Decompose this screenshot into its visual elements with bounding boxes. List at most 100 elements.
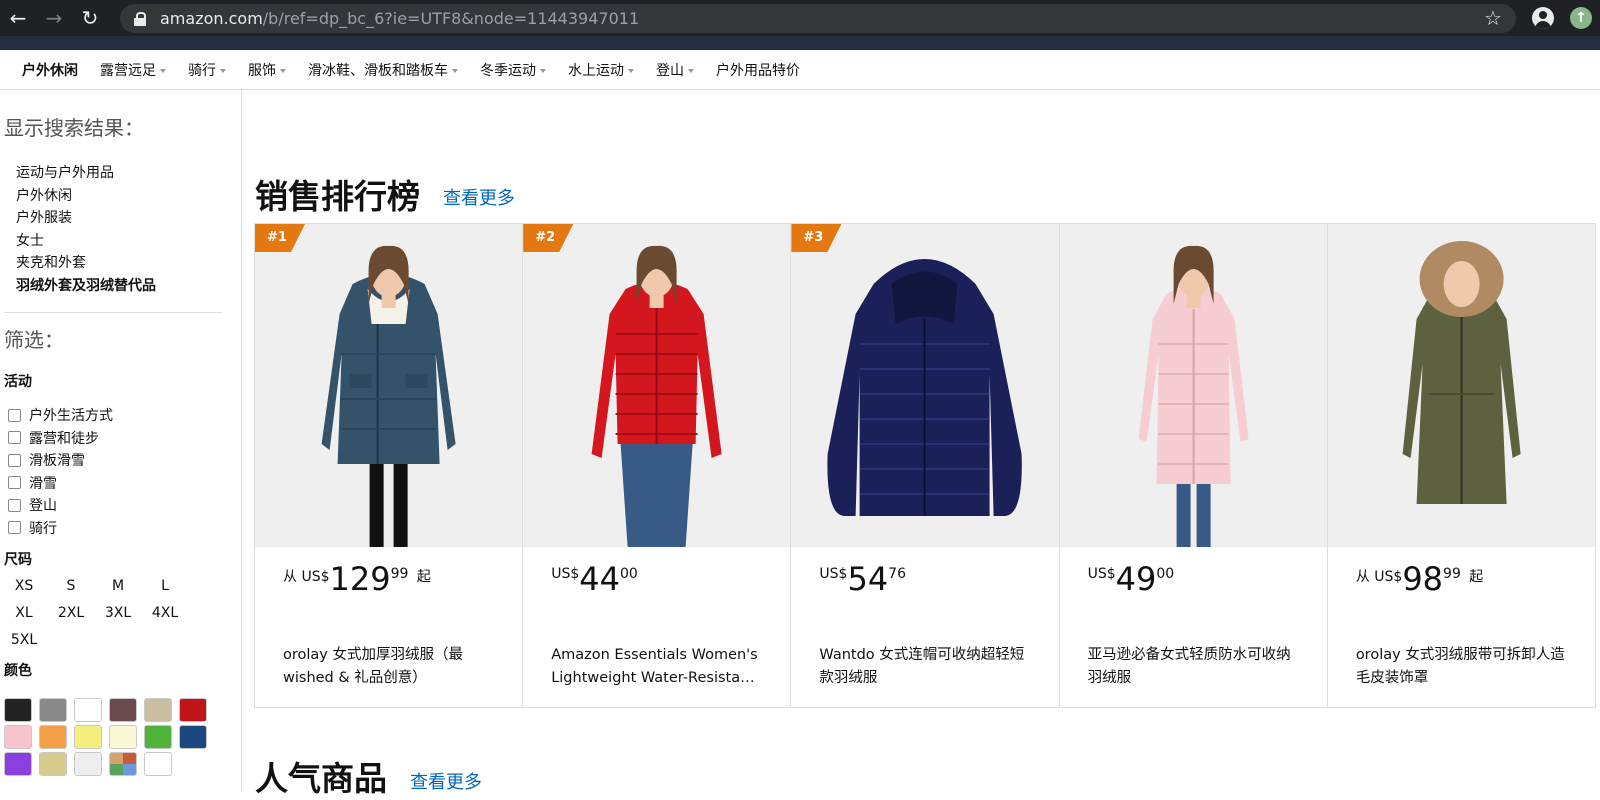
category-nav-item[interactable]: 户外休闲 xyxy=(22,60,78,80)
activity-filter-item[interactable]: 滑板滑雪 xyxy=(8,449,113,472)
category-nav-label: 服饰 xyxy=(248,62,276,79)
category-nav-label: 户外休闲 xyxy=(22,62,78,79)
url-path: /b/ref=dp_bc_6?ie=UTF8&node=11443947011 xyxy=(262,9,640,28)
product-image xyxy=(1138,245,1249,547)
checkbox[interactable] xyxy=(8,498,21,512)
price-whole: 98 xyxy=(1402,560,1444,598)
department-link: 羽绒外套及羽绒替代品 xyxy=(16,277,156,294)
product-card[interactable]: US$4900 亚马逊必备女式轻质防水可收纳羽绒服 xyxy=(1059,224,1328,707)
category-nav-item[interactable]: 滑冰鞋、滑板和踏板车 xyxy=(308,60,458,80)
color-swatch[interactable] xyxy=(144,698,172,722)
size-option[interactable]: S xyxy=(48,578,94,594)
color-swatch[interactable] xyxy=(109,725,137,749)
price-prefix: 从 US$ xyxy=(1355,569,1403,585)
checkbox[interactable] xyxy=(8,408,21,422)
product-image-box[interactable]: #3 xyxy=(791,224,1059,547)
product-image-box[interactable] xyxy=(1059,224,1327,547)
product-image-box[interactable]: #2 xyxy=(523,224,791,547)
checkbox[interactable] xyxy=(8,476,21,490)
price-whole: 49 xyxy=(1115,560,1157,598)
caret-down-icon xyxy=(452,68,458,73)
address-bar[interactable]: amazon.com/b/ref=dp_bc_6?ie=UTF8&node=11… xyxy=(120,4,1516,33)
color-swatch[interactable] xyxy=(74,725,102,749)
color-swatch[interactable] xyxy=(4,725,32,749)
size-option[interactable]: 2XL xyxy=(48,605,94,621)
color-swatch[interactable] xyxy=(109,752,137,776)
activity-filter-item[interactable]: 滑雪 xyxy=(8,472,113,495)
category-nav-label: 骑行 xyxy=(188,62,216,79)
category-nav-item[interactable]: 服饰 xyxy=(248,60,286,80)
size-option[interactable]: 4XL xyxy=(142,605,188,621)
color-swatch[interactable] xyxy=(144,725,172,749)
update-arrow-icon[interactable]: ↑ xyxy=(1570,7,1592,29)
checkbox[interactable] xyxy=(8,453,21,467)
product-card[interactable]: #3 US$5476 Wantdo 女式连帽可收纳超轻短款羽绒服 xyxy=(791,224,1060,707)
category-nav-item[interactable]: 露营远足 xyxy=(100,60,166,80)
activity-filter-item[interactable]: 露营和徒步 xyxy=(8,427,113,450)
profile-avatar-icon[interactable] xyxy=(1532,7,1554,29)
checkbox[interactable] xyxy=(8,431,21,445)
color-swatch[interactable] xyxy=(4,752,32,776)
color-swatch[interactable] xyxy=(39,698,67,722)
product-title-link[interactable]: Wantdo 女式连帽可收纳超轻短款羽绒服 xyxy=(819,644,1029,689)
popular-heading: 人气商品 xyxy=(255,759,387,798)
category-nav-label: 户外用品特价 xyxy=(716,62,800,79)
color-swatch[interactable] xyxy=(179,698,207,722)
see-more-link-2[interactable]: 查看更多 xyxy=(410,768,482,794)
product-image-box[interactable] xyxy=(1327,224,1596,547)
product-price: US$4400 xyxy=(551,560,638,598)
color-swatch[interactable] xyxy=(4,698,32,722)
size-option[interactable]: 5XL xyxy=(1,632,47,648)
activity-filter-item[interactable]: 登山 xyxy=(8,494,113,517)
activity-filter-item[interactable]: 骑行 xyxy=(8,517,113,540)
price-fraction: 00 xyxy=(1156,566,1175,582)
department-list: 运动与户外用品 户外休闲 户外服装 女士 夹克和外套羽绒外套及羽绒替代品 xyxy=(16,162,156,297)
color-swatch[interactable] xyxy=(39,752,67,776)
back-icon[interactable]: ← xyxy=(0,0,36,36)
checkbox[interactable] xyxy=(8,521,21,535)
size-option[interactable]: M xyxy=(95,578,141,594)
color-swatch[interactable] xyxy=(109,698,137,722)
department-link[interactable]: 户外休闲 xyxy=(16,185,156,208)
color-swatch[interactable] xyxy=(144,752,172,776)
department-link[interactable]: 女士 xyxy=(16,230,156,253)
department-link[interactable]: 夹克和外套 xyxy=(16,252,156,275)
category-nav-item[interactable]: 冬季运动 xyxy=(480,60,546,80)
activity-filter-item[interactable]: 户外生活方式 xyxy=(8,404,113,427)
best-sellers-carousel: #1 从 US$12999 起 orolay 女式加厚羽绒服（最 wished & … xyxy=(254,223,1596,708)
activity-filter-label: 滑雪 xyxy=(29,475,57,492)
color-swatch[interactable] xyxy=(74,752,102,776)
product-card[interactable]: #1 从 US$12999 起 orolay 女式加厚羽绒服（最 wished & … xyxy=(255,224,524,707)
size-option[interactable]: XS xyxy=(1,578,47,594)
product-image-box[interactable]: #1 xyxy=(255,224,523,547)
price-fraction: 99 xyxy=(1443,566,1461,582)
product-title-link[interactable]: orolay 女式羽绒服带可拆卸人造毛皮装饰罩 xyxy=(1356,644,1566,689)
reload-icon[interactable]: ↻ xyxy=(72,0,108,36)
category-nav-item[interactable]: 户外用品特价 xyxy=(716,60,800,80)
color-swatch[interactable] xyxy=(179,725,207,749)
category-nav-item[interactable]: 水上运动 xyxy=(568,60,634,80)
department-link[interactable]: 户外服装 xyxy=(16,207,156,230)
color-swatch[interactable] xyxy=(74,698,102,722)
caret-down-icon xyxy=(280,68,286,73)
size-option[interactable]: 3XL xyxy=(95,605,141,621)
lock-icon xyxy=(134,11,146,26)
forward-icon[interactable]: → xyxy=(36,0,72,36)
filter-heading: 筛选： xyxy=(4,328,64,352)
activity-heading: 活动 xyxy=(4,374,32,390)
product-card[interactable]: 从 US$9899 起 orolay 女式羽绒服带可拆卸人造毛皮装饰罩 xyxy=(1327,224,1596,707)
see-more-link[interactable]: 查看更多 xyxy=(443,184,515,210)
product-title-link[interactable]: orolay 女式加厚羽绒服（最 wished & 礼品创意） xyxy=(283,644,493,689)
size-option[interactable]: XL xyxy=(1,605,47,621)
bookmark-star-icon[interactable]: ☆ xyxy=(1484,6,1502,30)
category-nav-item[interactable]: 骑行 xyxy=(188,60,226,80)
size-option[interactable]: L xyxy=(142,578,188,594)
price-suffix: 起 xyxy=(1464,569,1484,585)
department-link[interactable]: 运动与户外用品 xyxy=(16,162,156,185)
color-swatch[interactable] xyxy=(39,725,67,749)
product-title-link[interactable]: Amazon Essentials Women's Lightweight Wa… xyxy=(551,644,761,689)
category-nav-item[interactable]: 登山 xyxy=(656,60,694,80)
product-title-link[interactable]: 亚马逊必备女式轻质防水可收纳羽绒服 xyxy=(1088,644,1298,689)
amazon-header-strip xyxy=(0,36,1600,50)
product-card[interactable]: #2 US$4400 Amazon Essentials Women's Light… xyxy=(523,224,792,707)
